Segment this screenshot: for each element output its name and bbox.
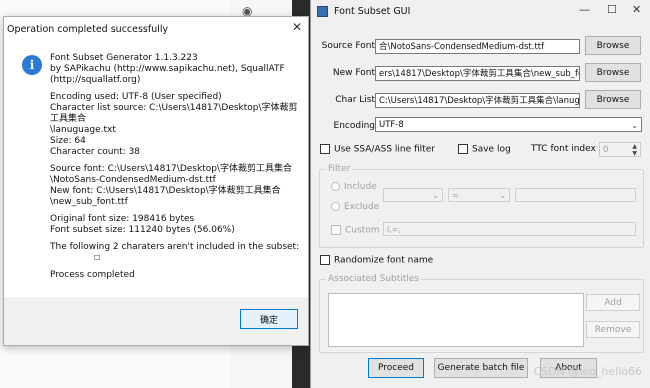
maximize-icon[interactable]: ☐: [607, 3, 617, 16]
font-subset-gui-window: Font Subset GUI — ☐ ✕ Source Font 合\Noto…: [310, 0, 650, 388]
checkbox-box: [320, 255, 330, 265]
chevron-down-icon: ⌄: [631, 121, 638, 130]
associated-subtitles-group: Associated Subtitles Add Remove: [319, 274, 644, 353]
save-log-checkbox[interactable]: Save log: [458, 144, 511, 155]
exclude-label: Exclude: [344, 202, 380, 212]
message-dialog: Operation completed successfully ✕ i Fon…: [3, 16, 309, 346]
encoding-value: UTF-8: [379, 120, 404, 130]
filter-legend: Filter: [326, 164, 353, 174]
new-font-browse-button[interactable]: Browse: [585, 63, 641, 82]
message-line: Character count: 38: [50, 147, 141, 157]
message-line: \lanuguage.txt: [50, 125, 116, 135]
add-button[interactable]: Add: [586, 294, 640, 311]
dialog-titlebar: Operation completed successfully: [4, 17, 308, 41]
ttc-index-label: TTC font index: [531, 144, 596, 154]
message-line: \NotoSans-CondensedMedium-dst.ttf: [50, 175, 216, 185]
watermark-text: CSDN @leo_hello66: [533, 365, 643, 378]
filter-field-select[interactable]: ⌄: [383, 188, 443, 202]
close-icon[interactable]: ✕: [632, 3, 641, 16]
checkbox-box: [458, 144, 468, 154]
remove-button[interactable]: Remove: [586, 321, 640, 338]
message-line: Font Subset Generator 1.1.3.223: [50, 53, 198, 63]
char-list-input[interactable]: C:\Users\14817\Desktop\字体裁剪工具集合\lanuguag…: [375, 93, 580, 108]
message-line: Font subset size: 111240 bytes (56.06%): [50, 225, 235, 235]
message-line: Process completed: [50, 270, 135, 280]
message-line: Size: 64: [50, 136, 86, 146]
use-ssa-checkbox[interactable]: Use SSA/ASS line filter: [320, 144, 435, 155]
source-font-label: Source Font: [321, 41, 375, 51]
encoding-select[interactable]: UTF-8 ⌄: [375, 117, 642, 132]
include-label: Include: [344, 182, 377, 192]
message-line: (http://squallatf.org): [50, 75, 141, 85]
message-line: Source font: C:\Users\14817\Desktop\字体裁剪…: [50, 164, 292, 174]
randomize-checkbox[interactable]: Randomize font name: [320, 255, 433, 266]
source-font-browse-button[interactable]: Browse: [585, 36, 641, 55]
message-line: Original font size: 198416 bytes: [50, 214, 195, 224]
char-list-browse-button[interactable]: Browse: [585, 90, 641, 109]
app-icon: [317, 5, 328, 17]
encoding-label: Encoding: [333, 121, 375, 131]
dialog-footer: 确定: [4, 297, 308, 345]
new-font-input[interactable]: ers\14817\Desktop\字体裁剪工具集合\new_sub_font.…: [375, 66, 580, 81]
filter-op-value: =: [452, 191, 459, 200]
dialog-title: Operation completed successfully: [7, 23, 169, 35]
message-line: New font: C:\Users\14817\Desktop\字体裁剪工具集…: [50, 186, 281, 207]
radio-dot: [331, 202, 340, 211]
spinner-arrows-icon: ▲ ▼: [632, 143, 637, 157]
source-font-input[interactable]: 合\NotoSans-CondensedMedium-dst.ttf: [375, 39, 580, 54]
message-line: Encoding used: UTF-8 (User specified): [50, 92, 222, 102]
message-line: by SAPikachu (http://www.sapikachu.net),…: [50, 64, 285, 74]
char-list-label: Char List: [335, 95, 375, 105]
ttc-index-value: 0: [603, 145, 609, 155]
chevron-down-icon: ⌄: [432, 191, 439, 200]
include-radio[interactable]: Include: [331, 182, 377, 192]
new-font-label: New Font: [332, 68, 375, 78]
gui-title: Font Subset GUI: [334, 5, 411, 17]
checkbox-box: [320, 144, 330, 154]
gui-titlebar: Font Subset GUI: [311, 0, 650, 22]
ok-button[interactable]: 确定: [240, 309, 298, 329]
close-icon[interactable]: ✕: [292, 20, 302, 34]
filter-op-select[interactable]: = ⌄: [448, 188, 510, 202]
custom-checkbox[interactable]: Custom: [331, 225, 379, 236]
randomize-label: Randomize font name: [334, 255, 434, 266]
chevron-down-icon: ⌄: [499, 191, 506, 200]
generate-batch-button[interactable]: Generate batch file: [434, 358, 528, 378]
use-ssa-label: Use SSA/ASS line filter: [334, 144, 435, 155]
info-icon: i: [22, 55, 42, 75]
missing-chars: ​ ☐: [85, 253, 101, 263]
checkbox-box: [331, 225, 341, 235]
proceed-button[interactable]: Proceed: [368, 358, 424, 378]
custom-label: Custom: [345, 225, 380, 236]
custom-input[interactable]: i,=,: [383, 222, 636, 236]
filter-group: Filter Include ⌄ = ⌄ Exclude Custom i,=,: [319, 164, 644, 248]
radio-dot: [331, 182, 340, 191]
save-log-label: Save log: [472, 144, 511, 155]
associated-subtitles-legend: Associated Subtitles: [326, 274, 422, 284]
ttc-index-spinner[interactable]: 0 ▲ ▼: [599, 142, 641, 157]
message-line: Character list source: C:\Users\14817\De…: [50, 103, 298, 124]
subtitles-list[interactable]: [328, 293, 584, 347]
message-line: The following 2 charaters aren't include…: [50, 242, 300, 252]
filter-value-input[interactable]: [515, 188, 636, 202]
minimize-icon[interactable]: —: [579, 3, 590, 16]
dialog-message: Font Subset Generator 1.1.3.223 by SAPik…: [50, 53, 305, 281]
exclude-radio[interactable]: Exclude: [331, 202, 379, 212]
